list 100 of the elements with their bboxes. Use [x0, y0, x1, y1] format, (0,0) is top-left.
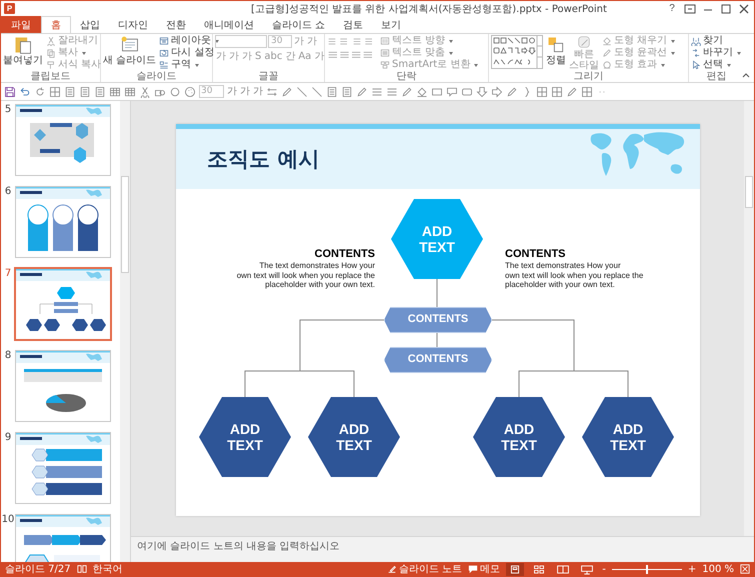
slide-thumbnail[interactable]: [14, 267, 112, 341]
zoom-level[interactable]: 100 %: [702, 564, 734, 574]
language-indicator[interactable]: 한국어: [92, 562, 123, 576]
scissors-icon[interactable]: [139, 86, 151, 98]
scissors-icon: [46, 36, 56, 46]
font-format-button[interactable]: 가: [253, 86, 263, 98]
save-icon[interactable]: [4, 86, 16, 98]
font-format-button[interactable]: S: [254, 51, 262, 63]
font-size-field[interactable]: 30: [199, 85, 224, 98]
notes-field[interactable]: 여기에 슬라이드 노트의 내용을 입력하십시오: [131, 536, 754, 562]
group-label: 편집: [706, 71, 726, 82]
group-label: 슬라이드: [136, 71, 176, 82]
font-size-step-button[interactable]: 가: [293, 36, 305, 48]
zoom-out-button[interactable]: -: [602, 564, 606, 574]
down-arrow-icon[interactable]: [476, 86, 488, 98]
rectangle-icon[interactable]: [431, 86, 443, 98]
slide-number: 9: [4, 432, 12, 443]
arrange-button[interactable]: 정렬: [546, 35, 566, 66]
pen-icon[interactable]: [566, 86, 578, 98]
grid-icon[interactable]: [551, 86, 563, 98]
line-icon[interactable]: [296, 86, 308, 98]
help-button[interactable]: ?: [666, 2, 678, 14]
close-icon[interactable]: [738, 2, 750, 14]
fit-to-window-icon[interactable]: [740, 564, 750, 574]
ribbon-tab[interactable]: 전환: [157, 16, 195, 33]
arrange-icon: [546, 35, 566, 55]
font-format-button[interactable]: 간: [284, 51, 296, 63]
ribbon-tab[interactable]: 디자인: [109, 16, 157, 33]
ribbon-tab[interactable]: 보기: [372, 16, 410, 33]
font-format-button[interactable]: 가: [241, 51, 253, 63]
notes-button[interactable]: 슬라이드 노트: [387, 562, 462, 576]
document-icon[interactable]: [79, 86, 91, 98]
ribbon-tab[interactable]: 삽입: [71, 16, 109, 33]
scrollbar[interactable]: [120, 101, 130, 562]
line-weight-icon[interactable]: [386, 86, 398, 98]
redo-icon[interactable]: [34, 86, 46, 98]
pen-icon[interactable]: [281, 86, 293, 98]
pen-icon[interactable]: [356, 86, 368, 98]
ribbon-tab[interactable]: 파일: [1, 16, 41, 33]
document-icon[interactable]: [341, 86, 353, 98]
table-icon[interactable]: [124, 86, 136, 98]
ribbon-command[interactable]: 바꾸기: [691, 47, 741, 59]
comments-button[interactable]: 메모: [468, 562, 500, 576]
font-size-step-button[interactable]: 가: [306, 36, 318, 48]
palette-icon[interactable]: [184, 86, 196, 98]
document-icon[interactable]: [326, 86, 338, 98]
group-label: 클립보드: [30, 71, 70, 82]
slide-thumbnail[interactable]: [15, 350, 111, 422]
ribbon-tab[interactable]: 홈: [41, 16, 71, 33]
font-format-button[interactable]: Aa: [297, 51, 312, 63]
ribbon-tab[interactable]: 검토: [334, 16, 372, 33]
comment-icon: [468, 564, 478, 574]
slide-thumbnail[interactable]: [15, 104, 111, 176]
group-label: 그리기: [574, 71, 604, 82]
slide-thumbnail[interactable]: [15, 186, 111, 258]
undo-icon[interactable]: [19, 86, 31, 98]
normal-view-icon[interactable]: [506, 562, 524, 576]
font-format-button[interactable]: 가: [240, 86, 250, 98]
ribbon-tab[interactable]: 애니메이션: [195, 16, 263, 33]
contents-paragraph: The text demonstrates How your own text will look when you replace the placeholder with your own text.: [505, 261, 644, 290]
collapse-ribbon-icon[interactable]: [742, 71, 750, 79]
font-format-button[interactable]: 가: [228, 51, 240, 63]
notes-icon: [387, 564, 398, 574]
line-weight-icon[interactable]: [371, 86, 383, 98]
document-icon[interactable]: [64, 86, 76, 98]
grid-icon[interactable]: [49, 86, 61, 98]
spelling-check-icon[interactable]: [76, 564, 87, 574]
maximize-icon[interactable]: [720, 2, 732, 14]
font-format-button[interactable]: 가: [313, 51, 326, 63]
ribbon-tab[interactable]: 슬라이드 쇼: [263, 16, 334, 33]
paint-bucket-icon[interactable]: [416, 86, 428, 98]
line-icon[interactable]: [311, 86, 323, 98]
contents-heading: CONTENTS: [505, 248, 566, 261]
binoculars-icon: [691, 36, 701, 46]
slide-thumbnail[interactable]: [15, 432, 111, 504]
font-name-field[interactable]: [215, 35, 267, 48]
ribbon-display-icon[interactable]: [684, 2, 696, 14]
pen-icon[interactable]: [401, 86, 413, 98]
grid-icon[interactable]: [536, 86, 548, 98]
contents-heading: CONTENTS: [314, 248, 375, 261]
callout-icon[interactable]: [446, 86, 458, 98]
font-format-button[interactable]: 가: [227, 86, 237, 98]
quick-styles-button[interactable]: 빠른 스타일: [569, 35, 599, 71]
pen-icon[interactable]: [506, 86, 518, 98]
font-size-field[interactable]: 30: [268, 35, 292, 48]
right-arrow-icon[interactable]: [491, 86, 503, 98]
shape-gallery[interactable]: [491, 35, 543, 69]
font-format-button[interactable]: abc: [263, 51, 284, 63]
paste-button[interactable]: 붙여넣기: [3, 35, 43, 66]
swap-icon[interactable]: [266, 86, 278, 98]
ribbon-command[interactable]: 레이아웃: [159, 35, 220, 47]
new-slide-button[interactable]: 새 슬라이드: [103, 35, 156, 66]
zoom-in-button[interactable]: +: [688, 564, 696, 574]
ribbon-command[interactable]: 찾기: [691, 35, 741, 47]
document-icon[interactable]: [94, 86, 106, 98]
ribbon-command[interactable]: 선택: [691, 59, 741, 71]
table-icon[interactable]: [109, 86, 121, 98]
slide-counter: 슬라이드 7/27: [5, 563, 71, 576]
scrollbar[interactable]: [744, 101, 754, 536]
grid-icon[interactable]: [581, 86, 593, 98]
